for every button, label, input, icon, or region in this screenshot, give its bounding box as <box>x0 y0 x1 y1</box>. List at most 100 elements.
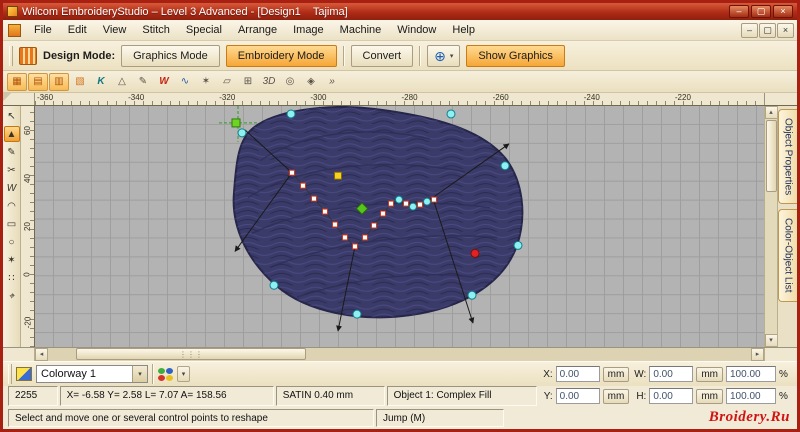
pattern-stamp-tool[interactable]: ∷ <box>4 270 20 286</box>
toolbar-grip[interactable] <box>8 364 12 384</box>
fill-stitch-icon[interactable]: ▦ <box>7 72 27 91</box>
scroll-up-icon[interactable]: ▴ <box>764 106 778 119</box>
start-node[interactable] <box>231 118 241 128</box>
toolbar-grip[interactable] <box>9 45 13 66</box>
ruler-right-pad <box>764 93 797 105</box>
close-button[interactable]: × <box>773 5 793 18</box>
w-label: W: <box>634 368 647 380</box>
colorway-select[interactable]: Colorway 1 ▾ <box>36 365 148 383</box>
menu-window[interactable]: Window <box>389 21 444 39</box>
tab-object-properties[interactable]: Object Properties <box>778 109 797 205</box>
y-input[interactable] <box>555 388 600 404</box>
mdi-minimize-button[interactable]: – <box>741 22 758 38</box>
reshape-object-tool[interactable]: ▲ <box>3 126 20 142</box>
w-input[interactable] <box>649 366 694 382</box>
minimize-button[interactable]: – <box>729 5 749 18</box>
maximize-button[interactable]: ▢ <box>751 5 771 18</box>
h-unit-button[interactable]: mm <box>696 388 723 404</box>
scroll-right-icon[interactable]: ▸ <box>751 348 764 361</box>
ruler-tick: -260 <box>492 93 509 102</box>
scroll-down-icon[interactable]: ▾ <box>764 334 778 347</box>
stumpwork-icon[interactable]: ◈ <box>301 73 321 91</box>
menu-arrange[interactable]: Arrange <box>230 21 285 39</box>
selected-node[interactable] <box>334 171 342 180</box>
more-tools-icon[interactable]: » <box>322 73 342 91</box>
design-canvas[interactable] <box>35 106 764 347</box>
palette-dropdown-button[interactable]: ▾ <box>177 366 190 382</box>
closed-shape-tool[interactable]: ▭ <box>4 216 20 232</box>
w-unit-button[interactable]: mm <box>696 366 723 382</box>
ellipse-tool[interactable]: ○ <box>4 234 20 250</box>
3d-effect-icon[interactable]: 3D <box>259 73 279 91</box>
x-unit-button[interactable]: mm <box>602 366 630 382</box>
chevron-down-icon: ▾ <box>449 52 454 60</box>
mesh-grid-icon[interactable]: ⊞ <box>238 73 258 91</box>
colorway-icon[interactable] <box>16 367 32 381</box>
y-unit-button[interactable]: mm <box>602 388 630 404</box>
ripple-effect-icon[interactable]: ∿ <box>175 73 195 91</box>
x-input[interactable] <box>555 366 600 382</box>
scroll-corner-left <box>3 348 35 361</box>
embroidery-mode-button[interactable]: Embroidery Mode <box>225 44 337 67</box>
scale-y-input[interactable] <box>726 388 776 404</box>
scale-x-input[interactable] <box>726 366 776 382</box>
knife-tool[interactable]: ✂ <box>4 162 20 178</box>
tab-color-object-list[interactable]: Color-Object List <box>778 209 797 302</box>
horizontal-scrollbar[interactable]: ◂ ⋮⋮⋮ ▸ <box>35 348 764 361</box>
ruler-tick: -300 <box>310 93 327 102</box>
hoop-globe-button[interactable]: ⊕ ▾ <box>427 44 461 67</box>
convert-button[interactable]: Convert <box>350 44 414 67</box>
vertical-scrollbar[interactable]: ▴ ▾ <box>764 106 778 347</box>
grip-dots-icon: ⋮⋮⋮ <box>179 349 203 359</box>
measure-tool[interactable]: ⌖ <box>4 288 20 304</box>
stitch-toolbar-icon[interactable] <box>19 46 37 65</box>
open-curve-tool[interactable]: ◠ <box>4 198 20 214</box>
show-graphics-button[interactable]: Show Graphics <box>466 44 565 67</box>
menu-edit[interactable]: Edit <box>60 21 95 39</box>
ruler-tick: -340 <box>128 93 145 102</box>
mdi-close-button[interactable]: × <box>777 22 794 38</box>
freehand-tool-icon[interactable]: ✎ <box>133 73 153 91</box>
hscroll-thumb[interactable]: ⋮⋮⋮ <box>76 348 306 360</box>
machine-function: Jump (M) <box>376 408 504 427</box>
transform-panel-y: Y: mm H: mm % <box>539 386 792 406</box>
h-label: H: <box>636 390 647 402</box>
ruler-corner <box>3 93 35 105</box>
edit-tool[interactable]: ✎ <box>4 144 20 160</box>
ruler-tick: -220 <box>674 93 691 102</box>
menu-view[interactable]: View <box>95 21 135 39</box>
applique-icon[interactable]: ▱ <box>217 73 237 91</box>
menu-machine[interactable]: Machine <box>332 21 390 39</box>
end-point[interactable] <box>470 248 480 258</box>
menu-special[interactable]: Special <box>178 21 230 39</box>
star-tool[interactable]: ✶ <box>4 252 20 268</box>
ruler-tick: 0 <box>22 272 32 277</box>
ruler-tick: -20 <box>23 317 32 329</box>
menu-stitch[interactable]: Stitch <box>134 21 178 39</box>
menu-image[interactable]: Image <box>285 21 332 39</box>
contour-stitch-icon[interactable]: K <box>91 73 111 91</box>
vscroll-thumb[interactable] <box>765 120 777 192</box>
scroll-left-icon[interactable]: ◂ <box>35 348 48 361</box>
app-window: Wilcom EmbroideryStudio – Level 3 Advanc… <box>0 0 800 432</box>
menu-help[interactable]: Help <box>444 21 483 39</box>
lettering-tool[interactable]: W <box>4 180 20 196</box>
h-input[interactable] <box>649 388 694 404</box>
triangle-tool-icon[interactable]: △ <box>112 73 132 91</box>
app-icon <box>7 6 18 17</box>
mdi-restore-button[interactable]: ▢ <box>759 22 776 38</box>
ruler-tick: 20 <box>23 222 32 231</box>
tatami-stitch-icon[interactable]: ▤ <box>28 72 48 91</box>
scale-x-percent: % <box>779 368 788 380</box>
chevron-down-icon[interactable]: ▾ <box>132 366 147 382</box>
satin-stitch-icon[interactable]: ▥ <box>49 72 69 91</box>
select-object-tool[interactable]: ↖ <box>4 108 20 124</box>
trapunto-icon[interactable]: ◎ <box>280 73 300 91</box>
starburst-icon[interactable]: ✶ <box>196 73 216 91</box>
motif-stitch-icon[interactable]: ▧ <box>70 73 90 91</box>
wave-effect-icon[interactable]: W <box>154 73 174 91</box>
toolbar-separator <box>152 364 154 384</box>
menu-file[interactable]: File <box>26 21 60 39</box>
graphics-mode-button[interactable]: Graphics Mode <box>121 44 220 67</box>
mixing-palette-icon[interactable] <box>158 367 173 381</box>
